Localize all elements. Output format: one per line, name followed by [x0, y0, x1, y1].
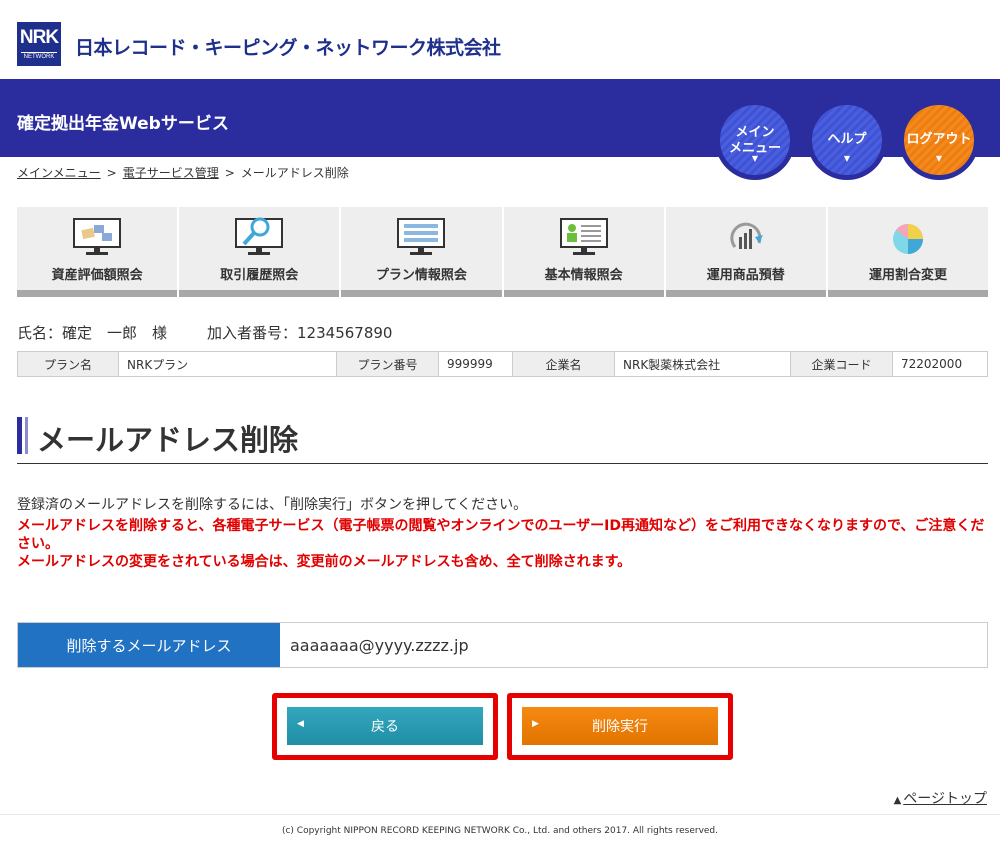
- company-name-value: NRK製薬株式会社: [614, 351, 791, 377]
- magnifier-monitor-icon: [235, 217, 284, 255]
- footer-divider: [0, 814, 1000, 815]
- profile-monitor-icon: [559, 218, 608, 255]
- tile-label: プラン情報照会: [375, 268, 467, 283]
- breadcrumb: メインメニュー > 電子サービス管理 > メールアドレス削除: [17, 164, 349, 181]
- main-menu-button[interactable]: メイン メニュー ▼: [715, 100, 795, 180]
- tile-plan-info[interactable]: プラン情報照会: [341, 207, 502, 297]
- instruction-text: 登録済のメールアドレスを削除するには、「削除実行」ボタンを押してください。: [17, 497, 528, 513]
- breadcrumb-e-service[interactable]: 電子サービス管理: [123, 166, 219, 180]
- plan-number-label: プラン番号: [336, 351, 439, 377]
- email-row: 削除するメールアドレス aaaaaaa@yyyy.zzzz.jp: [17, 622, 988, 668]
- table-row: プラン名 NRKプラン プラン番号 999999 企業名 NRK製薬株式会社 企…: [17, 351, 988, 377]
- tile-label: 基本情報照会: [544, 268, 623, 283]
- tile-label: 取引履歴照会: [220, 268, 299, 283]
- logo-main-text: NRK: [19, 27, 59, 48]
- breadcrumb-separator: >: [224, 166, 235, 180]
- tile-allocation-change[interactable]: 運用割合変更: [827, 207, 989, 297]
- asset-monitor-icon: [73, 218, 122, 255]
- logout-label: ログアウト: [906, 132, 972, 147]
- pie-chart-icon: [892, 224, 923, 254]
- chevron-down-icon: ▼: [751, 154, 759, 163]
- nrk-logo[interactable]: NRK NETWORK: [17, 22, 61, 66]
- nav-tiles: 資産評価額照会 取引履歴照会 プラン情報照会 基本情報照会 運用商品預替 運用割…: [17, 207, 989, 297]
- tile-asset-valuation[interactable]: 資産評価額照会: [17, 207, 178, 297]
- plan-monitor-icon: [397, 218, 446, 255]
- service-title: 確定拠出年金Webサービス: [17, 114, 229, 134]
- execute-button-label: 削除実行: [592, 719, 648, 735]
- logo-sub-text: NETWORK: [21, 52, 57, 61]
- tile-label: 運用割合変更: [868, 268, 947, 283]
- tile-basic-info[interactable]: 基本情報照会: [503, 207, 664, 297]
- help-button[interactable]: ヘルプ ▼: [807, 100, 887, 180]
- back-button-highlight: ◀ 戻る: [272, 693, 498, 760]
- logout-button[interactable]: ログアウト ▼: [899, 100, 979, 180]
- up-arrow-icon: ▲: [893, 795, 902, 806]
- delete-execute-button[interactable]: ▶ 削除実行: [522, 707, 718, 745]
- description: 登録済のメールアドレスを削除するには、「削除実行」ボタンを押してください。 メー…: [17, 496, 992, 571]
- chevron-down-icon: ▼: [843, 154, 851, 163]
- breadcrumb-current: メールアドレス削除: [240, 166, 349, 180]
- back-button[interactable]: ◀ 戻る: [287, 707, 483, 745]
- email-value: aaaaaaa@yyyy.zzzz.jp: [290, 635, 469, 655]
- main-menu-label-1: メイン: [735, 125, 775, 140]
- user-name: 氏名：確定 一郎 様: [17, 324, 168, 342]
- breadcrumb-main-menu[interactable]: メインメニュー: [17, 166, 101, 180]
- company-code-value: 72202000: [892, 351, 988, 377]
- chevron-down-icon: ▼: [935, 154, 943, 163]
- page-top-label: ページトップ: [903, 791, 987, 807]
- breadcrumb-separator: >: [106, 166, 117, 180]
- tile-label: 運用商品預替: [706, 268, 785, 283]
- right-arrow-icon: ▶: [532, 719, 539, 729]
- plan-name-label: プラン名: [17, 351, 119, 377]
- execute-button-highlight: ▶ 削除実行: [507, 693, 733, 760]
- tile-label: 資産評価額照会: [51, 268, 143, 283]
- company-name-label: 企業名: [512, 351, 615, 377]
- tile-transaction-history[interactable]: 取引履歴照会: [179, 207, 340, 297]
- company-code-label: 企業コード: [790, 351, 893, 377]
- copyright: (c) Copyright NIPPON RECORD KEEPING NETW…: [281, 826, 719, 836]
- rotate-chart-icon: [730, 222, 763, 249]
- member-number: 加入者番号：1234567890: [207, 324, 393, 342]
- warning-text-1: メールアドレスを削除すると、各種電子サービス（電子帳票の閲覧やオンラインでのユー…: [17, 518, 985, 552]
- page-title: メールアドレス削除: [37, 423, 299, 457]
- help-label: ヘルプ: [827, 132, 867, 147]
- heading-accent-bar: [17, 417, 25, 454]
- page-heading: メールアドレス削除: [17, 415, 988, 464]
- plan-name-value: NRKプラン: [118, 351, 337, 377]
- user-info: 氏名：確定 一郎 様 加入者番号：1234567890: [17, 322, 432, 343]
- warning-text-2: メールアドレスの変更をされている場合は、変更前のメールアドレスも含め、全て削除さ…: [17, 554, 632, 570]
- tile-switch-products[interactable]: 運用商品預替: [665, 207, 826, 297]
- email-label: 削除するメールアドレス: [18, 623, 280, 667]
- plan-info-table: プラン名 NRKプラン プラン番号 999999 企業名 NRK製薬株式会社 企…: [17, 351, 988, 377]
- plan-number-value: 999999: [438, 351, 513, 377]
- company-name: 日本レコード・キーピング・ネットワーク株式会社: [75, 37, 501, 59]
- back-button-label: 戻る: [371, 719, 399, 735]
- left-arrow-icon: ◀: [297, 719, 304, 729]
- site-header: NRK NETWORK 日本レコード・キーピング・ネットワーク株式会社: [0, 0, 1000, 79]
- page-top-link[interactable]: ▲ ページトップ: [894, 788, 987, 808]
